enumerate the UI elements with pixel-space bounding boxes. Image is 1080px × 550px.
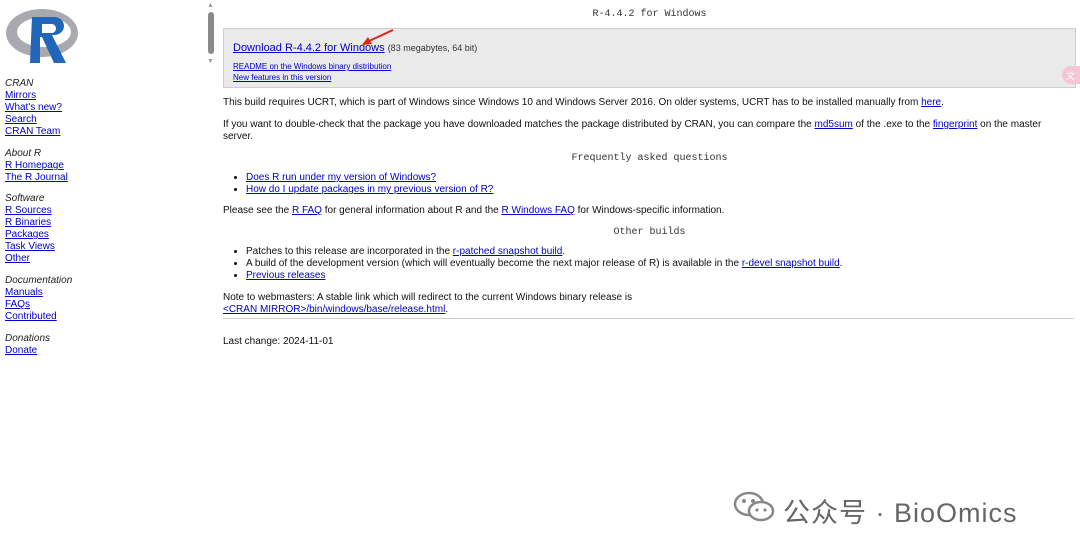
release-html-link[interactable]: <CRAN MIRROR>/bin/windows/base/release.h… (223, 304, 445, 315)
sidebar-section-software: Software R Sources R Binaries Packages T… (5, 193, 55, 265)
fingerprint-link[interactable]: fingerprint (933, 119, 977, 130)
watermark-text: 公众号 · BioOmics (783, 498, 1018, 528)
wechat-icon (733, 491, 775, 522)
sidebar-link-r-journal[interactable]: The R Journal (5, 172, 68, 184)
check-text-2: of the .exe to the (852, 119, 933, 130)
list-item: Does R run under my version of Windows? (246, 172, 493, 184)
sidebar-section-about: About R R Homepage The R Journal (5, 148, 68, 184)
sidebar: CRAN Mirrors What's new? Search CRAN Tea… (0, 0, 205, 550)
list-item: Patches to this release are incorporated… (246, 246, 842, 258)
webmaster-text: Note to webmasters: A stable link which … (223, 292, 633, 303)
scrollbar-thumb[interactable] (208, 12, 214, 54)
readme-link[interactable]: README on the Windows binary distributio… (233, 61, 391, 72)
faq-link-update-packages[interactable]: How do I update packages in my previous … (246, 184, 493, 195)
sidebar-link-r-binaries[interactable]: R Binaries (5, 217, 55, 229)
r-devel-link[interactable]: r-devel snapshot build (742, 258, 840, 269)
faq-link-windows-version[interactable]: Does R run under my version of Windows? (246, 172, 436, 183)
sidebar-link-contributed[interactable]: Contributed (5, 311, 72, 323)
download-sublinks: README on the Windows binary distributio… (233, 61, 391, 83)
sidebar-link-search[interactable]: Search (5, 114, 62, 126)
ucrt-end: . (941, 97, 944, 108)
webmaster-paragraph: Note to webmasters: A stable link which … (223, 292, 1063, 316)
last-change: Last change: 2024-11-01 (223, 336, 334, 347)
sidebar-link-mirrors[interactable]: Mirrors (5, 90, 62, 102)
ucrt-paragraph: This build requires UCRT, which is part … (223, 97, 1063, 109)
md5sum-link[interactable]: md5sum (814, 119, 852, 130)
download-size: (83 megabytes, 64 bit) (387, 43, 478, 53)
sidebar-link-packages[interactable]: Packages (5, 229, 55, 241)
sidebar-heading: Documentation (5, 275, 73, 286)
r-faq-link[interactable]: R FAQ (292, 205, 322, 216)
sidebar-heading: Donations (5, 333, 51, 344)
download-box: Download R-4.4.2 for Windows (83 megabyt… (223, 28, 1076, 88)
sidebar-link-task-views[interactable]: Task Views (5, 241, 55, 253)
other-text: Patches to this release are incorporated… (246, 246, 453, 257)
red-arrow-annotation-icon (362, 29, 394, 45)
list-item: How do I update packages in my previous … (246, 184, 493, 196)
sidebar-link-donate[interactable]: Donate (5, 345, 50, 357)
rfaq-text-3: for Windows-specific information. (574, 205, 725, 216)
page-title: R-4.4.2 for Windows (592, 9, 707, 20)
frame-scrollbar[interactable]: ▲ ▼ (205, 0, 217, 70)
sidebar-section-documentation: Documentation Manuals FAQs Contributed (5, 275, 72, 323)
sidebar-heading: Software (5, 193, 45, 204)
sidebar-link-cran-team[interactable]: CRAN Team (5, 126, 62, 138)
sidebar-heading: About R (5, 148, 42, 159)
sidebar-link-r-homepage[interactable]: R Homepage (5, 160, 68, 172)
new-features-link[interactable]: New features in this version (233, 72, 391, 83)
sidebar-heading: CRAN (5, 78, 34, 89)
scroll-up-icon[interactable]: ▲ (207, 2, 214, 10)
sidebar-link-faqs[interactable]: FAQs (5, 299, 72, 311)
other-builds-heading: Other builds (613, 227, 686, 238)
sidebar-section-cran: CRAN Mirrors What's new? Search CRAN Tea… (5, 78, 62, 138)
rfaq-text-2: for general information about R and the (321, 205, 502, 216)
other-text: A build of the development version (whic… (246, 258, 742, 269)
sidebar-link-r-sources[interactable]: R Sources (5, 205, 55, 217)
other-end: . (839, 258, 843, 269)
check-text-1: If you want to double-check that the pac… (223, 119, 815, 130)
faq-list: Does R run under my version of Windows? … (223, 172, 493, 196)
list-item: Previous releases (246, 270, 842, 282)
watermark: 公众号 · BioOmics (733, 487, 1063, 528)
r-windows-faq-link[interactable]: R Windows FAQ (502, 205, 575, 216)
download-line: Download R-4.4.2 for Windows (83 megabyt… (233, 42, 477, 54)
translate-button[interactable]: 文 (1062, 66, 1080, 84)
sidebar-link-other[interactable]: Other (5, 253, 55, 265)
rfaq-paragraph: Please see the R FAQ for general informa… (223, 205, 1063, 217)
translate-icon: 文 (1066, 71, 1076, 81)
other-end: . (562, 246, 566, 257)
faq-heading: Frequently asked questions (571, 153, 728, 164)
r-logo[interactable] (4, 5, 84, 65)
checksum-paragraph: If you want to double-check that the pac… (223, 119, 1063, 143)
other-builds-list: Patches to this release are incorporated… (223, 246, 842, 282)
divider (223, 318, 1074, 319)
ucrt-text: This build requires UCRT, which is part … (223, 97, 922, 108)
sidebar-link-manuals[interactable]: Manuals (5, 287, 72, 299)
rfaq-text-1: Please see the (223, 205, 292, 216)
webmaster-end: . (445, 304, 449, 315)
list-item: A build of the development version (whic… (246, 258, 842, 270)
sidebar-link-whats-new[interactable]: What's new? (5, 102, 62, 114)
sidebar-section-donations: Donations Donate (5, 333, 50, 357)
r-patched-link[interactable]: r-patched snapshot build (453, 246, 563, 257)
scroll-down-icon[interactable]: ▼ (207, 58, 214, 66)
ucrt-here-link[interactable]: here (921, 97, 941, 108)
previous-releases-link[interactable]: Previous releases (246, 270, 325, 281)
